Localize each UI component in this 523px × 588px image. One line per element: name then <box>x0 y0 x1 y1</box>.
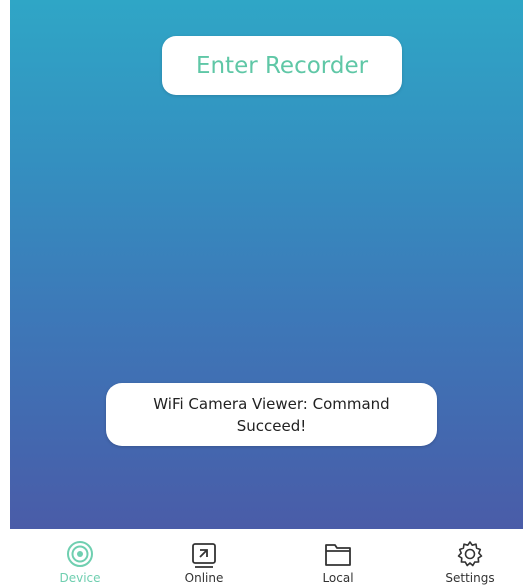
toast-text: WiFi Camera Viewer: Command Succeed! <box>153 394 390 435</box>
tab-settings-label: Settings <box>445 571 495 585</box>
online-arrow-icon <box>192 543 216 568</box>
app-screen: Enter Recorder WiFi Camera Viewer: Comma… <box>0 0 523 588</box>
enter-recorder-button[interactable]: Enter Recorder <box>162 36 402 95</box>
tab-device-label: Device <box>59 571 101 585</box>
tab-local[interactable]: Local <box>288 539 388 588</box>
folder-icon <box>325 544 351 566</box>
tab-device[interactable]: Device <box>30 539 130 588</box>
main-content-area: Enter Recorder <box>10 0 523 529</box>
toast-message: WiFi Camera Viewer: Command Succeed! <box>106 383 437 446</box>
tab-online[interactable]: Online <box>154 539 254 588</box>
gear-icon <box>457 541 483 567</box>
tab-settings[interactable]: Settings <box>420 539 520 588</box>
camera-lens-icon <box>67 541 93 567</box>
bottom-tab-bar: Device Online Local Settings <box>0 529 523 588</box>
tab-local-label: Local <box>322 571 354 585</box>
tab-online-label: Online <box>184 571 224 585</box>
